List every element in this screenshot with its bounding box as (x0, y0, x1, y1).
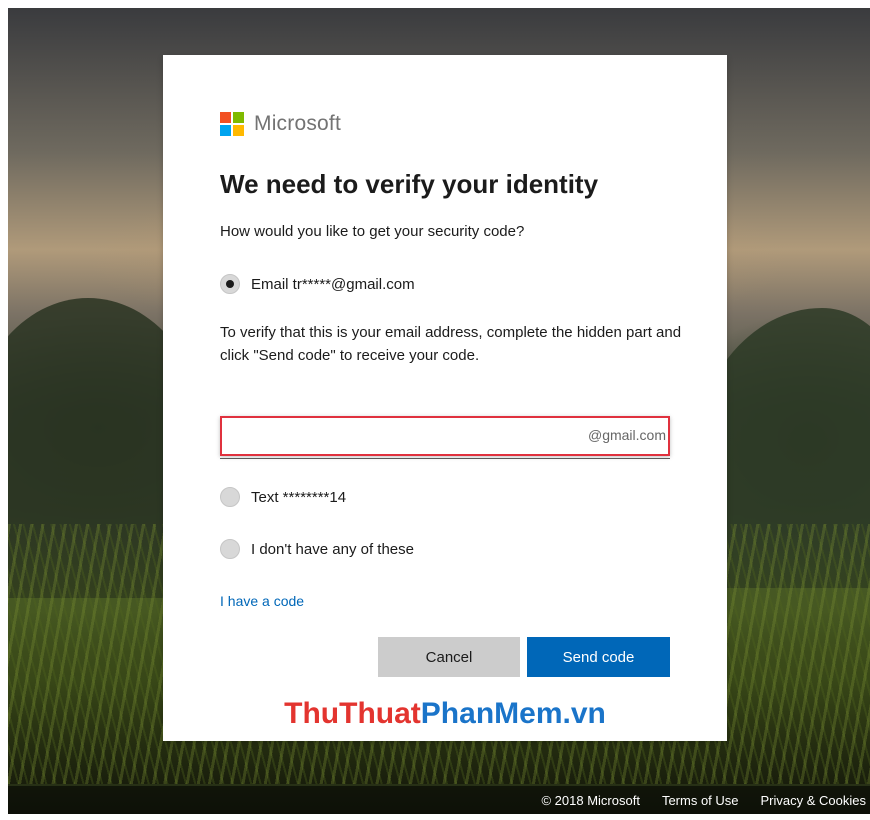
email-instructions: To verify that this is your email addres… (220, 324, 682, 364)
watermark-part2: PhanMem.vn (420, 697, 606, 730)
verify-identity-dialog: Microsoft We need to verify your identit… (163, 55, 727, 741)
watermark-part1: ThuThuat (284, 697, 421, 730)
send-code-button[interactable]: Send code (527, 637, 670, 677)
option-email[interactable]: Email tr*****@gmail.com (220, 274, 415, 294)
terms-of-use-link[interactable]: Terms of Use (662, 793, 739, 808)
option-none[interactable]: I don't have any of these (220, 539, 414, 559)
option-text[interactable]: Text ********14 (220, 487, 346, 507)
radio-button-selected[interactable] (220, 274, 240, 294)
cancel-button[interactable]: Cancel (378, 637, 520, 677)
have-code-link[interactable]: I have a code (220, 593, 304, 609)
watermark-logo: ThuThuatPhanMem.vn (163, 697, 727, 731)
email-domain-suffix: @gmail.com (587, 427, 666, 443)
page-subtitle: How would you like to get your security … (220, 223, 525, 240)
microsoft-logo-icon (220, 112, 244, 136)
radio-button[interactable] (220, 487, 240, 507)
radio-button[interactable] (220, 539, 240, 559)
copyright-text: © 2018 Microsoft (541, 792, 640, 808)
email-verification-field[interactable]: @gmail.com (220, 416, 670, 456)
option-none-label: I don't have any of these (251, 540, 414, 558)
page-title: We need to verify your identity (220, 169, 599, 199)
brand-name: Microsoft (254, 112, 341, 135)
email-hidden-part-input[interactable] (228, 424, 562, 448)
option-email-label: Email tr*****@gmail.com (251, 275, 415, 293)
page-footer: © 2018 Microsoft Terms of Use Privacy & … (8, 786, 870, 814)
option-text-label: Text ********14 (251, 488, 347, 506)
microsoft-logo: Microsoft (220, 112, 341, 136)
privacy-cookies-link[interactable]: Privacy & Cookies (761, 793, 866, 808)
input-underline (220, 458, 670, 459)
